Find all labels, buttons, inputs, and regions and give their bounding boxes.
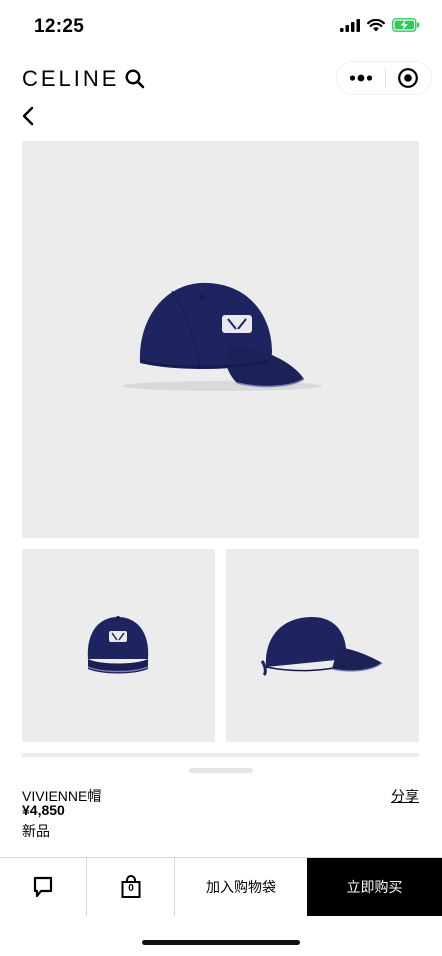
target-close-icon	[398, 68, 419, 88]
status-icons	[340, 18, 420, 32]
close-button[interactable]	[385, 61, 431, 95]
bottom-action-bar: 0 加入购物袋 立即购买	[0, 857, 442, 916]
gallery-next-row-edge	[22, 753, 419, 757]
brand-logo[interactable]: CELINE	[22, 66, 119, 92]
wifi-icon	[367, 18, 385, 31]
share-link[interactable]: 分享	[391, 786, 419, 806]
scroll-indicator	[189, 768, 253, 773]
product-tag: 新品	[22, 823, 50, 839]
add-to-bag-button[interactable]: 加入购物袋	[175, 858, 307, 916]
cap-front-image	[87, 616, 149, 674]
home-indicator[interactable]	[142, 940, 300, 945]
chevron-left-icon[interactable]	[18, 104, 42, 128]
cap-image	[122, 282, 322, 391]
mini-program-capsule	[336, 61, 432, 95]
more-button[interactable]	[337, 61, 385, 95]
product-image-main[interactable]	[22, 141, 419, 538]
cap-side-image	[260, 617, 383, 677]
chat-button[interactable]	[0, 858, 87, 916]
header-bar: CELINE	[0, 56, 442, 100]
signal-icon	[340, 18, 360, 32]
status-bar: 12:25	[0, 0, 442, 54]
more-dots-icon	[349, 74, 372, 82]
product-thumbnail-side[interactable]	[226, 549, 419, 742]
battery-charging-icon	[392, 18, 420, 32]
product-price: ¥4,850	[22, 802, 65, 818]
product-thumbnail-front[interactable]	[22, 549, 215, 742]
search-icon[interactable]	[124, 68, 146, 90]
buy-now-button[interactable]: 立即购买	[307, 858, 442, 916]
shopping-bag-button[interactable]: 0	[87, 858, 175, 916]
status-time: 12:25	[34, 16, 85, 37]
chat-bubble-icon	[33, 876, 53, 898]
bag-count: 0	[128, 883, 134, 894]
